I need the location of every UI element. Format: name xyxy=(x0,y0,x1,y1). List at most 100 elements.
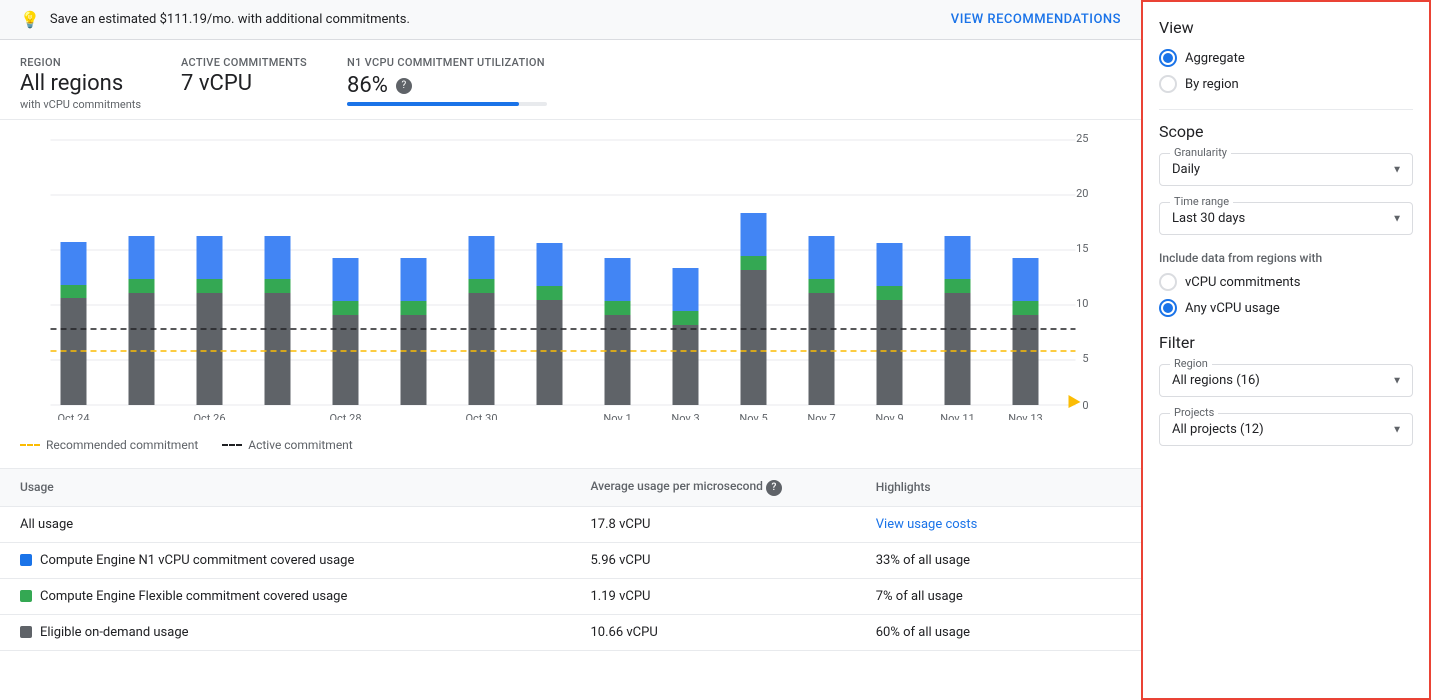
col-header-highlights: Highlights xyxy=(856,469,1141,507)
usage-label: Eligible on-demand usage xyxy=(40,625,189,640)
radio-by-region-label: By region xyxy=(1185,77,1239,92)
region-value: All regions xyxy=(20,71,141,96)
table-cell-highlight[interactable]: View usage costs xyxy=(856,506,1141,542)
projects-filter-container: Projects All projects (12) xyxy=(1159,413,1413,446)
chart-area: 25 20 15 10 5 0 xyxy=(0,120,1141,434)
region-filter-value: All regions (16) xyxy=(1172,373,1260,388)
svg-text:5: 5 xyxy=(1082,352,1088,365)
usage-label: All usage xyxy=(20,517,73,532)
table-row: All usage 17.8 vCPU View usage costs xyxy=(0,506,1141,542)
usage-table: Usage Average usage per microsecond ? Hi… xyxy=(0,468,1141,651)
region-sub: with vCPU commitments xyxy=(20,98,141,111)
radio-aggregate-fill xyxy=(1163,53,1173,63)
granularity-select[interactable]: Granularity Daily xyxy=(1159,153,1413,186)
recommended-line-icon xyxy=(20,444,40,446)
region-label: Region xyxy=(20,56,141,69)
table-cell-avg: 1.19 vCPU xyxy=(571,578,856,614)
filter-section-title: Filter xyxy=(1159,333,1413,352)
radio-by-region-circle xyxy=(1159,75,1177,93)
table-cell-usage: Compute Engine Flexible commitment cover… xyxy=(0,578,571,614)
utilization-bar-bg xyxy=(347,102,547,106)
utilization-value-row: 86% ? xyxy=(347,73,547,98)
svg-text:Nov 1: Nov 1 xyxy=(603,412,631,420)
usage-label: Compute Engine Flexible commitment cover… xyxy=(40,589,347,604)
active-line-icon xyxy=(222,444,242,446)
legend-active-label: Active commitment xyxy=(248,438,352,452)
table-row: Compute Engine Flexible commitment cover… xyxy=(0,578,1141,614)
avg-help-icon[interactable]: ? xyxy=(766,480,782,496)
radio-any-vcpu[interactable]: Any vCPU usage xyxy=(1159,299,1413,317)
view-radio-group: Aggregate By region xyxy=(1159,49,1413,93)
usage-chart: 25 20 15 10 5 0 xyxy=(20,130,1121,420)
include-radio-group: vCPU commitments Any vCPU usage xyxy=(1159,273,1413,317)
utilization-stat: N1 vCPU commitment utilization 86% ? xyxy=(347,56,547,111)
region-filter-select[interactable]: Region All regions (16) xyxy=(1159,364,1413,397)
commitments-stat: Active commitments 7 vCPU xyxy=(181,56,307,111)
region-stat: Region All regions with vCPU commitments xyxy=(20,56,141,111)
legend-recommended: Recommended commitment xyxy=(20,438,198,452)
color-dot xyxy=(20,554,32,566)
table-cell-usage: All usage xyxy=(0,506,571,542)
granularity-value: Daily xyxy=(1172,162,1200,177)
projects-filter-value: All projects (12) xyxy=(1172,422,1264,437)
chart-legend: Recommended commitment Active commitment xyxy=(0,434,1141,460)
projects-filter-select[interactable]: Projects All projects (12) xyxy=(1159,413,1413,446)
table-cell-avg: 17.8 vCPU xyxy=(571,506,856,542)
table-cell-usage: Compute Engine N1 vCPU commitment covere… xyxy=(0,542,571,578)
legend-recommended-label: Recommended commitment xyxy=(46,438,198,452)
region-filter-container: Region All regions (16) xyxy=(1159,364,1413,397)
table-cell-avg: 10.66 vCPU xyxy=(571,614,856,650)
svg-text:Nov 7: Nov 7 xyxy=(807,412,835,420)
svg-text:Oct 24: Oct 24 xyxy=(57,412,89,420)
time-range-field-label: Time range xyxy=(1170,195,1233,208)
svg-text:Nov 11: Nov 11 xyxy=(940,412,974,420)
color-dot xyxy=(20,626,32,638)
table-cell-avg: 5.96 vCPU xyxy=(571,542,856,578)
col-header-usage: Usage xyxy=(0,469,571,507)
radio-vcpu-commitments-label: vCPU commitments xyxy=(1185,275,1300,290)
view-usage-costs-link[interactable]: View usage costs xyxy=(876,517,978,532)
table-row: Eligible on-demand usage 10.66 vCPU60% of… xyxy=(0,614,1141,650)
utilization-help-icon[interactable]: ? xyxy=(396,78,412,94)
svg-text:25: 25 xyxy=(1076,132,1088,145)
svg-text:10: 10 xyxy=(1076,297,1088,310)
radio-aggregate-label: Aggregate xyxy=(1185,51,1245,66)
view-recommendations-link[interactable]: VIEW RECOMMENDATIONS xyxy=(951,12,1121,27)
divider-1 xyxy=(1159,109,1413,110)
svg-text:0: 0 xyxy=(1082,399,1088,412)
radio-aggregate-circle xyxy=(1159,49,1177,67)
svg-text:Oct 30: Oct 30 xyxy=(465,412,497,420)
svg-text:Oct 28: Oct 28 xyxy=(329,412,361,420)
radio-vcpu-commitments-circle xyxy=(1159,273,1177,291)
svg-text:20: 20 xyxy=(1076,187,1088,200)
time-range-select[interactable]: Time range Last 30 days xyxy=(1159,202,1413,235)
radio-aggregate[interactable]: Aggregate xyxy=(1159,49,1413,67)
table-cell-highlight: 60% of all usage xyxy=(856,614,1141,650)
commitments-label: Active commitments xyxy=(181,56,307,69)
svg-text:Nov 5: Nov 5 xyxy=(739,412,767,420)
granularity-field-label: Granularity xyxy=(1170,146,1231,159)
radio-vcpu-commitments[interactable]: vCPU commitments xyxy=(1159,273,1413,291)
radio-any-vcpu-label: Any vCPU usage xyxy=(1185,301,1280,316)
legend-active: Active commitment xyxy=(222,438,352,452)
color-dot xyxy=(20,590,32,602)
savings-banner: 💡 Save an estimated $111.19/mo. with add… xyxy=(0,0,1141,40)
banner-text: Save an estimated $111.19/mo. with addit… xyxy=(50,12,410,27)
radio-any-vcpu-circle xyxy=(1159,299,1177,317)
lightbulb-icon: 💡 xyxy=(20,10,40,29)
banner-content: 💡 Save an estimated $111.19/mo. with add… xyxy=(20,10,410,29)
radio-by-region[interactable]: By region xyxy=(1159,75,1413,93)
table-cell-highlight: 33% of all usage xyxy=(856,542,1141,578)
region-filter-label: Region xyxy=(1170,357,1212,370)
avg-header-text: Average usage per microsecond xyxy=(591,479,766,493)
projects-filter-label: Projects xyxy=(1170,406,1218,419)
table-cell-usage: Eligible on-demand usage xyxy=(0,614,571,650)
radio-any-vcpu-fill xyxy=(1163,303,1173,313)
commitments-value: 7 vCPU xyxy=(181,71,307,96)
include-section-title: Include data from regions with xyxy=(1159,251,1413,265)
right-panel: View Aggregate By region Scope Granulari… xyxy=(1141,0,1431,700)
utilization-label: N1 vCPU commitment utilization xyxy=(347,56,547,69)
svg-text:Oct 26: Oct 26 xyxy=(193,412,225,420)
scope-section-title: Scope xyxy=(1159,122,1413,141)
granularity-container: Granularity Daily xyxy=(1159,153,1413,186)
